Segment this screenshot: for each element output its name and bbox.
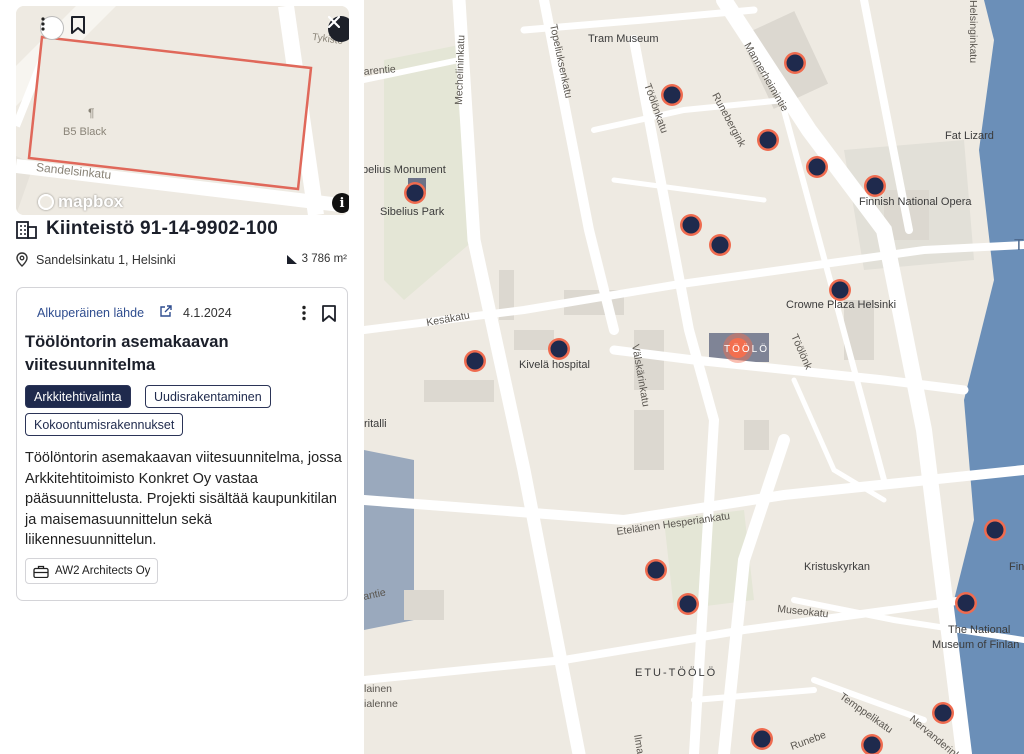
label-crowne-plaza: Crowne Plaza Helsinki: [786, 299, 896, 311]
address-row: Sandelsinkatu 1, Helsinki: [16, 252, 176, 267]
dots-vertical-icon: [41, 17, 45, 31]
street-helsinginkatu: Helsinginkatu: [967, 0, 979, 63]
map-marker[interactable]: [784, 52, 806, 74]
label-t: T: [1014, 237, 1024, 254]
map-canvas: Tram Museum belius Monument Sibelius Par…: [364, 0, 1024, 754]
source-link[interactable]: Alkuperäinen lähde: [37, 306, 144, 320]
area-icon: [286, 254, 297, 264]
card-bookmark-icon[interactable]: [321, 304, 337, 322]
label-sibelius-monument: belius Monument: [364, 164, 446, 176]
label-toolo-tag: TÖÖLÖ: [724, 343, 769, 355]
mapbox-logo[interactable]: mapbox: [38, 192, 123, 212]
map-marker[interactable]: [955, 592, 977, 614]
street-mechelininkatu: Mechelininkatu: [453, 35, 467, 106]
mini-map[interactable]: B5 Black ¶ Sandelsinkatu Tykistö mapbox …: [16, 6, 349, 215]
label-kristuskyrkan: Kristuskyrkan: [804, 561, 870, 573]
street-lainen: lainen: [364, 683, 392, 695]
label-fat-lizard: Fat Lizard: [945, 130, 994, 142]
project-title: Töölöntorin asemakaavan viitesuunnitelma: [25, 333, 229, 374]
map-marker[interactable]: [932, 702, 954, 724]
map-marker[interactable]: [661, 84, 683, 106]
source-date: 4.1.2024: [183, 306, 232, 320]
address-text: Sandelsinkatu 1, Helsinki: [36, 252, 176, 267]
map-marker[interactable]: [680, 214, 702, 236]
map-marker[interactable]: [548, 338, 570, 360]
map-marker[interactable]: [709, 234, 731, 256]
project-description: Töölöntorin asemakaavan viitesuunnitelma…: [25, 450, 342, 548]
map-marker[interactable]: [829, 279, 851, 301]
external-link-icon[interactable]: [159, 305, 172, 318]
info-button[interactable]: i: [332, 193, 349, 213]
architect-chip[interactable]: AW2 Architects Oy: [25, 558, 159, 584]
building-icon: [16, 219, 38, 244]
area-value: 3 786 m²: [301, 253, 347, 265]
restaurant-icon: ¶: [88, 106, 95, 120]
label-fin: Fin: [1009, 561, 1024, 573]
bookmark-button[interactable]: [70, 15, 94, 41]
map-marker[interactable]: [984, 519, 1006, 541]
label-tram-museum: Tram Museum: [588, 33, 659, 45]
label-kivela-hospital: Kivelä hospital: [519, 359, 590, 371]
main-map[interactable]: Tram Museum belius Monument Sibelius Par…: [364, 0, 1024, 754]
tag-new-construction[interactable]: Uudisrakentaminen: [145, 385, 271, 408]
map-marker[interactable]: [757, 129, 779, 151]
tag-assembly-buildings[interactable]: Kokoontumisrakennukset: [25, 413, 184, 436]
map-marker[interactable]: [751, 728, 773, 750]
street-valenne: ialenne: [364, 698, 398, 710]
bookmark-icon: [71, 16, 85, 34]
briefcase-icon: [33, 565, 49, 578]
label-opera: Finnish National Opera: [859, 196, 972, 208]
tag-architect-choice[interactable]: Arkkitehtivalinta: [25, 385, 131, 408]
mapbox-text: mapbox: [58, 192, 124, 211]
label-district: ETU-TÖÖLÖ: [635, 667, 717, 679]
map-marker[interactable]: [464, 350, 486, 372]
location-pin-icon: [16, 252, 28, 267]
area-row: 3 786 m²: [286, 253, 347, 265]
property-panel: B5 Black ¶ Sandelsinkatu Tykistö mapbox …: [0, 0, 364, 754]
map-marker[interactable]: [864, 175, 886, 197]
architect-name: AW2 Architects Oy: [55, 565, 151, 577]
property-title: Kiinteistö 91-14-9902-100: [46, 218, 279, 239]
map-marker[interactable]: [404, 182, 426, 204]
label-national-museum-1: The National: [948, 624, 1010, 636]
label-sibelius-park: Sibelius Park: [380, 206, 445, 218]
map-marker[interactable]: [806, 156, 828, 178]
more-options-button[interactable]: [40, 16, 64, 40]
map-marker[interactable]: [677, 593, 699, 615]
project-card: Alkuperäinen lähde 4.1.2024 Töölöntorin …: [16, 287, 348, 601]
mapbox-logo-icon: [38, 194, 54, 210]
info-icon: i: [339, 195, 345, 211]
restaurant-label: B5 Black: [63, 126, 107, 138]
map-marker[interactable]: [645, 559, 667, 581]
label-ritalli: ritalli: [364, 418, 387, 430]
label-national-museum-2: Museum of Finlan: [932, 639, 1019, 651]
mini-map-canvas: [16, 6, 349, 215]
card-more-icon[interactable]: [301, 305, 307, 321]
close-icon: [328, 16, 340, 28]
close-button[interactable]: [328, 16, 349, 42]
